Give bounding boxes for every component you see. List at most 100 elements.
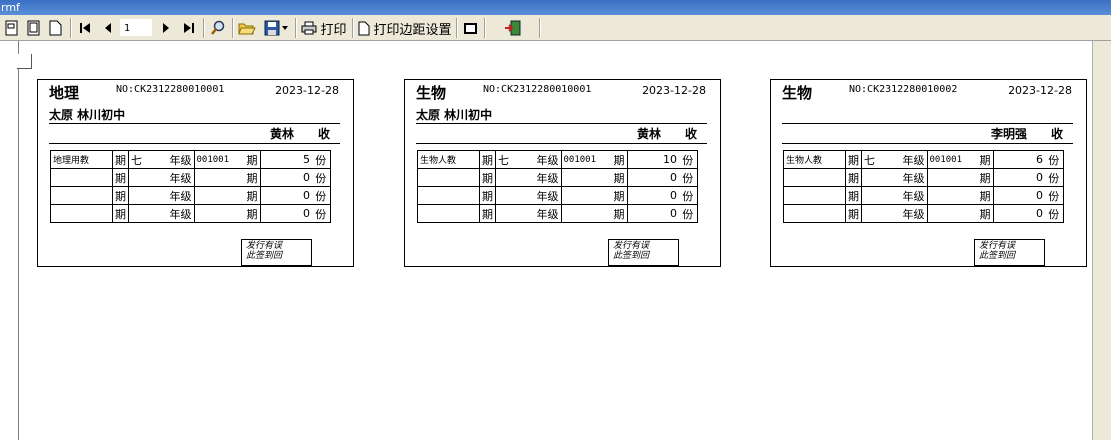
table-cell: 0 (992, 204, 1045, 223)
table-cell: 0 (992, 186, 1045, 205)
table-cell: 生物人教 (417, 150, 480, 169)
table-cell (783, 168, 846, 187)
save-button[interactable] (261, 18, 291, 38)
print-margin-button[interactable]: 打印边距设置 (357, 18, 453, 38)
table-cell: 年级 (877, 204, 928, 223)
open-button[interactable] (237, 18, 257, 38)
order-number: NO:CK2312280010002 (849, 84, 958, 95)
table-cell: 期 (845, 204, 862, 223)
items-table: 生物人教期七年级 001001 期 10 份期年级期 0 份期年级期 0 份期年级期 0 份 (417, 150, 698, 223)
divider (49, 123, 340, 124)
find-button[interactable] (208, 18, 228, 38)
table-cell: 期 (479, 204, 496, 223)
page-two-button[interactable] (25, 18, 43, 38)
table-cell: 份 (679, 150, 698, 169)
page-corner-marker (17, 54, 32, 69)
divider (782, 143, 1073, 144)
table-cell: 份 (1045, 204, 1064, 223)
table-row: 期年级期 0 份 (417, 204, 698, 223)
table-cell: 年级 (877, 186, 928, 205)
order-number: NO:CK2312280010001 (116, 84, 225, 95)
table-cell: 地理用教 (50, 150, 113, 169)
page-number-input[interactable]: 1 (120, 19, 152, 36)
return-stamp-box: 发行有误 此签到回 (241, 239, 312, 266)
table-cell (783, 186, 846, 205)
items-table: 地理用教期七年级 001001 期 5 份期年级期 0 份期年级期 0 份期年级期 0 份 (50, 150, 331, 223)
table-cell: 001001 (560, 150, 609, 169)
toolbar-separator (456, 18, 458, 38)
page-icon (49, 20, 63, 36)
print-label: 打印 (320, 22, 347, 38)
delivery-slip: 生物 NO:CK2312280010001 2023-12-28 太原 林川初中 黄林 收… (404, 79, 721, 267)
table-cell: 生物人教 (783, 150, 846, 169)
table-cell (417, 186, 480, 205)
table-cell: 期 (845, 186, 862, 205)
table-cell: 期 (242, 186, 261, 205)
divider (782, 123, 1073, 124)
table-cell (50, 168, 113, 187)
table-row: 期年级期 0 份 (783, 186, 1064, 205)
table-cell: 0 (259, 168, 312, 187)
table-cell (128, 186, 144, 205)
table-row: 期年级期 0 份 (50, 168, 331, 187)
receive-label: 收 (684, 127, 697, 141)
page-width-button[interactable] (47, 18, 65, 38)
table-cell (495, 204, 511, 223)
table-cell (926, 204, 975, 223)
table-cell (128, 204, 144, 223)
page-single-button[interactable] (3, 18, 21, 38)
table-cell: 份 (679, 204, 698, 223)
table-cell: 年级 (144, 168, 195, 187)
table-cell (861, 204, 877, 223)
first-page-icon (79, 22, 91, 34)
prev-page-button[interactable] (100, 18, 116, 38)
table-cell: 期 (609, 186, 628, 205)
table-cell (783, 204, 846, 223)
table-cell: 期 (975, 186, 994, 205)
table-cell (50, 204, 113, 223)
return-stamp-box: 发行有误 此签到回 (974, 239, 1045, 266)
exit-button[interactable] (502, 18, 524, 38)
print-button[interactable]: 打印 (300, 18, 348, 38)
table-cell (50, 186, 113, 205)
table-cell: 年级 (511, 186, 562, 205)
page-icon (358, 21, 370, 36)
table-cell: 期 (609, 204, 628, 223)
exit-door-icon (504, 20, 522, 36)
order-date: 2023-12-28 (1008, 84, 1072, 97)
stamp-line: 发行有误 (979, 241, 1016, 251)
vertical-scrollbar[interactable] (1092, 41, 1111, 440)
table-cell: 份 (312, 204, 331, 223)
frame-button[interactable] (461, 18, 479, 38)
toolbar: 1 打印 打印边距设置 (0, 15, 1111, 41)
table-cell: 份 (679, 186, 698, 205)
delivery-slip: 生物 NO:CK2312280010002 2023-12-28 李明强收生物人教期七… (770, 79, 1087, 267)
table-cell: 份 (1045, 186, 1064, 205)
receive-label: 收 (317, 127, 330, 141)
next-page-button[interactable] (158, 18, 174, 38)
table-row: 期年级期 0 份 (783, 204, 1064, 223)
table-cell (926, 186, 975, 205)
toolbar-separator (352, 18, 354, 38)
table-row: 期年级期 0 份 (417, 168, 698, 187)
table-cell: 七 (128, 150, 144, 169)
table-cell: 期 (242, 168, 261, 187)
delivery-slip: 地理 NO:CK2312280010001 2023-12-28 太原 林川初中 黄林 收… (37, 79, 354, 267)
table-cell (417, 204, 480, 223)
subject-title: 地理 (49, 84, 80, 102)
table-row: 生物人教期七年级 001001 期 6 份 (783, 150, 1064, 169)
toolbar-separator (203, 18, 205, 38)
table-cell: 期 (112, 204, 129, 223)
printer-icon (301, 21, 317, 35)
stamp-line: 此签到回 (246, 251, 283, 261)
search-icon (210, 20, 226, 36)
dropdown-arrow-icon (282, 26, 288, 30)
table-cell: 份 (312, 186, 331, 205)
table-cell (560, 204, 609, 223)
table-cell: 期 (112, 150, 129, 169)
table-cell: 年级 (877, 150, 928, 169)
school-name: 太原 林川初中 (416, 108, 493, 122)
left-margin (0, 41, 19, 440)
first-page-button[interactable] (76, 18, 94, 38)
last-page-button[interactable] (180, 18, 198, 38)
